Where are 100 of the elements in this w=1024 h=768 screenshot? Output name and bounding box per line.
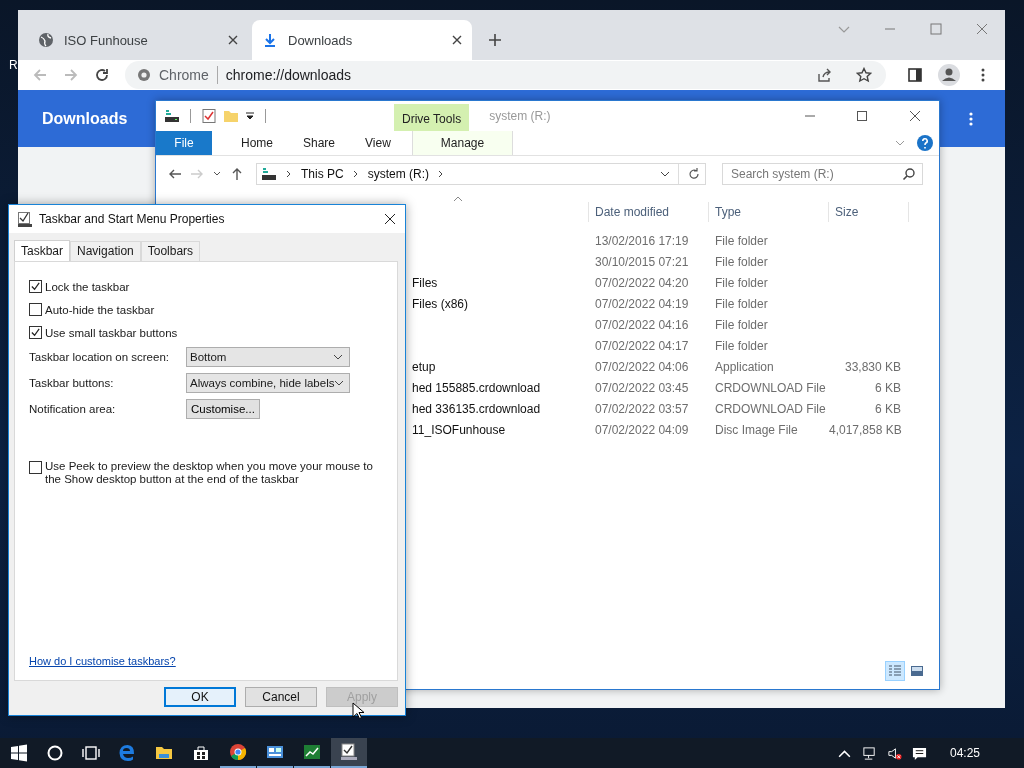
caret-icon [333, 352, 343, 362]
dropdown-icon[interactable] [245, 111, 255, 121]
download-icon [262, 32, 278, 48]
file-name[interactable]: hed 155885.crdownload [412, 380, 541, 395]
browser-logo-icon [229, 743, 247, 761]
taskbar-properties-icon [17, 211, 33, 227]
side-panel-icon[interactable] [907, 67, 923, 83]
dropdown-icon[interactable] [660, 169, 670, 179]
browser-tab[interactable]: Downloads [252, 20, 472, 60]
taskbar-app[interactable] [331, 738, 367, 768]
url-text: chrome://downloads [225, 67, 352, 83]
type-cell: CRDOWNLOAD File [715, 401, 826, 416]
close-icon[interactable] [228, 35, 238, 45]
properties-icon[interactable] [201, 108, 217, 124]
avatar-icon[interactable] [938, 64, 960, 86]
address-bar[interactable]: This PC system (R:) [256, 163, 706, 185]
checkbox[interactable] [29, 303, 42, 316]
ribbon-tab[interactable]: View [350, 131, 406, 155]
close-icon[interactable] [909, 110, 921, 122]
network-icon[interactable] [861, 745, 877, 761]
ribbon-tab[interactable]: Share [288, 131, 351, 155]
ribbon-tab[interactable]: Manage [411, 131, 514, 155]
date-cell: 30/10/2015 07:21 [595, 254, 689, 269]
context-tab-header: Drive Tools [394, 104, 470, 131]
caret-icon [334, 378, 345, 388]
close-icon[interactable] [452, 35, 462, 45]
dialog-tab[interactable]: Navigation [70, 241, 141, 261]
new-tab-icon[interactable] [488, 33, 502, 47]
chevron-right-icon [351, 170, 360, 178]
help-icon[interactable] [917, 135, 933, 151]
date-cell: 07/02/2022 04:17 [595, 338, 689, 353]
chart-icon [303, 743, 321, 761]
date-cell: 07/02/2022 04:06 [595, 359, 689, 374]
breadcrumb-item[interactable]: This PC [301, 167, 344, 181]
type-cell: File folder [715, 296, 768, 311]
checkbox[interactable] [29, 280, 42, 293]
search-circle-icon[interactable] [46, 744, 64, 762]
chevron-down-icon[interactable] [895, 138, 905, 148]
size-cell: 4,017,858 KB [829, 422, 902, 437]
action-center-icon[interactable] [911, 745, 927, 761]
drive-icon [261, 166, 277, 182]
type-cell: File folder [715, 338, 768, 353]
checkbox-icon [340, 743, 358, 761]
type-cell: Disc Image File [715, 422, 798, 437]
share-icon[interactable] [816, 67, 832, 83]
dropdown[interactable]: Always combine, hide labels [186, 373, 350, 393]
star-icon[interactable] [856, 67, 872, 83]
help-link[interactable]: How do I customise taskbars? [29, 655, 383, 667]
date-cell: 07/02/2022 04:19 [595, 296, 689, 311]
window-title: system (R:) [489, 109, 551, 123]
dialog-button[interactable]: Cancel [245, 687, 317, 707]
type-cell: File folder [715, 275, 768, 290]
file-name[interactable]: hed 336135.crdownload [412, 401, 541, 416]
date-cell: 07/02/2022 03:45 [595, 380, 689, 395]
ribbon-tab[interactable]: File [156, 131, 212, 155]
task-view-icon[interactable] [82, 744, 100, 762]
file-name[interactable]: etup [412, 359, 436, 374]
back-icon[interactable] [168, 167, 182, 181]
file-name[interactable]: Files (x86) [412, 296, 468, 311]
checkbox[interactable] [29, 461, 42, 474]
checkbox[interactable] [29, 326, 42, 339]
type-cell: Application [715, 359, 774, 374]
date-cell: 07/02/2022 03:57 [595, 401, 689, 416]
reload-icon[interactable] [94, 67, 110, 83]
dialog-button[interactable]: OK [164, 687, 236, 707]
refresh-icon[interactable] [687, 167, 701, 181]
chevron-right-icon [285, 170, 293, 178]
close-icon[interactable] [384, 213, 396, 225]
field-label: Notification area: [29, 403, 117, 415]
e-logo-icon [118, 744, 136, 762]
breadcrumb-item[interactable]: system (R:) [367, 167, 430, 181]
drive-icon[interactable] [164, 108, 180, 124]
start-icon[interactable] [10, 744, 28, 762]
size-cell: 6 KB [875, 380, 901, 395]
dialog-title: Taskbar and Start Menu Properties [39, 212, 225, 226]
up-icon[interactable] [230, 167, 244, 181]
clock[interactable]: 04:25 [949, 746, 980, 760]
dropdown[interactable]: Bottom [186, 347, 350, 367]
search-icon [902, 167, 916, 181]
column-header[interactable]: Date modified [589, 202, 709, 222]
file-name[interactable]: Files [412, 275, 438, 290]
date-cell: 13/02/2016 17:19 [595, 233, 689, 248]
dialog-tab[interactable]: Toolbars [140, 241, 201, 261]
column-header[interactable]: Size [829, 202, 909, 222]
browser-tab[interactable]: ISO Funhouse [28, 20, 248, 60]
dialog-tab[interactable]: Taskbar [14, 240, 71, 262]
size-cell: 6 KB [875, 401, 901, 416]
search-field[interactable]: Search system (R:) [722, 163, 923, 185]
column-header[interactable]: Type [709, 202, 829, 222]
file-name[interactable]: 11_ISOFunhouse [412, 422, 506, 437]
ribbon-tab[interactable]: Home [226, 131, 288, 155]
customise-button[interactable]: Customise... [186, 399, 260, 419]
field-label: Taskbar location on screen: [29, 351, 170, 363]
globe-icon [38, 32, 54, 48]
maximize-icon[interactable] [857, 111, 867, 121]
cursor-icon [352, 702, 364, 720]
address-bar[interactable]: Chrome chrome://downloads [125, 61, 886, 89]
type-cell: File folder [715, 317, 768, 332]
date-cell: 07/02/2022 04:16 [595, 317, 689, 332]
volume-muted-icon[interactable] [886, 745, 902, 761]
